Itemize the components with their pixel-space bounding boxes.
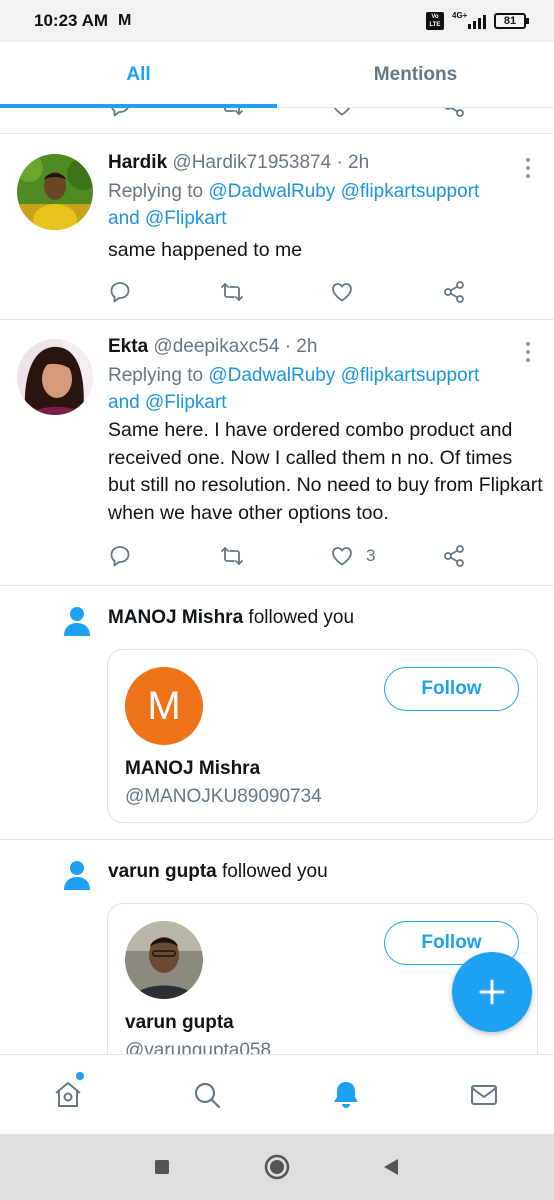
notifications-icon[interactable] [326,1075,366,1115]
compose-button[interactable] [452,952,532,1032]
tab-all[interactable]: All [0,42,277,108]
search-icon[interactable] [187,1075,227,1115]
avatar[interactable] [17,339,93,415]
mention-link[interactable]: @Flipkart [145,208,227,229]
recents-square-icon[interactable] [149,1154,175,1180]
volte-icon: Vo LTE [426,12,444,30]
mention-link[interactable]: @flipkartsupport [341,181,480,202]
back-triangle-icon[interactable] [378,1154,404,1180]
like-icon[interactable] [330,280,354,304]
signal-icon: 4G+ [452,11,486,29]
avatar[interactable]: M [125,667,203,745]
followed-you-text: followed you [243,607,355,628]
home-circle-icon[interactable] [264,1154,290,1180]
retweet-icon[interactable] [220,108,244,118]
person-icon [64,860,90,890]
follow-notification[interactable]: MANOJ Mishra followed you M Follow MANOJ… [0,586,554,840]
tweet-text: same happened to me [108,239,303,261]
user-card-handle: @MANOJKU89090734 [125,786,322,807]
share-icon[interactable] [442,280,466,304]
user-card-name: varun gupta [125,1012,234,1033]
follower-name[interactable]: varun gupta [108,861,217,882]
followed-you-text: followed you [216,861,328,882]
avatar[interactable] [17,154,93,230]
tweet-text: Same here. I have ordered combo product … [108,419,543,524]
follow-button[interactable]: Follow [384,667,519,711]
mention-link[interactable]: @DadwalRuby [208,181,335,202]
status-bar: 10:23 AM M Vo LTE 4G+ 81 [0,0,554,42]
tweet-author-name[interactable]: Ekta [108,336,148,357]
share-icon[interactable] [442,108,466,118]
compose-plus-icon [479,979,505,1005]
notifications-feed[interactable]: Hardik @Hardik71953874 · 2h Replying to … [0,108,554,1054]
more-options-icon[interactable] [526,342,532,362]
user-card[interactable]: M Follow MANOJ Mishra @MANOJKU89090734 [107,649,538,823]
like-icon[interactable] [330,108,354,118]
like-count: 3 [366,546,376,565]
retweet-icon[interactable] [220,544,244,568]
tab-mentions[interactable]: Mentions [277,42,554,108]
tweet-author-name[interactable]: Hardik [108,152,167,173]
tweet-time: · 2h [284,336,318,357]
carrier-icon: M [118,12,132,29]
user-card-name: MANOJ Mishra [125,758,261,779]
like-icon [332,547,352,566]
notifications-tabs: All Mentions [0,42,554,108]
status-time: 10:23 AM [34,11,109,30]
tweet-item[interactable]: Ekta @deepikaxc54 · 2h Replying to @Dadw… [0,320,554,586]
replying-to-label: Replying to [108,181,209,202]
tweet-header: Hardik @Hardik71953874 · 2h [108,152,369,174]
mention-link[interactable]: @DadwalRuby [208,365,335,386]
tweet-item[interactable]: Hardik @Hardik71953874 · 2h Replying to … [0,136,554,320]
unread-dot [76,1072,84,1080]
active-tab-indicator [0,104,277,108]
messages-icon[interactable] [464,1075,504,1115]
replying-and: and [108,208,145,229]
reply-icon[interactable] [108,280,132,304]
replying-and: and [108,392,145,413]
tweet-header: Ekta @deepikaxc54 · 2h [108,336,317,358]
more-options-icon[interactable] [526,158,532,178]
user-card-handle: @varungupta058 [125,1040,272,1054]
like-button[interactable]: 3 [330,544,375,568]
replying-to: Replying to @DadwalRuby @flipkartsupport… [108,362,538,416]
tweet-author-handle: @deepikaxc54 [153,336,280,357]
previous-tweet-actions [0,108,554,134]
bottom-navigation [0,1054,554,1134]
reply-icon[interactable] [108,108,132,118]
retweet-icon[interactable] [220,280,244,304]
mention-link[interactable]: @Flipkart [145,392,227,413]
network-type: 4G+ [452,11,468,20]
status-indicators: Vo LTE 4G+ 81 [426,11,529,30]
reply-icon[interactable] [108,544,132,568]
replying-to: Replying to @DadwalRuby @flipkartsupport… [108,178,538,232]
mention-link[interactable]: @flipkartsupport [341,365,480,386]
tweet-time: · 2h [336,152,370,173]
share-icon[interactable] [442,544,466,568]
person-icon [64,606,90,636]
battery-icon: 81 [494,13,529,29]
follower-name[interactable]: MANOJ Mishra [108,607,243,628]
replying-to-label: Replying to [108,365,209,386]
follow-message: varun gupta followed you [108,861,328,883]
system-navigation-bar [0,1134,554,1200]
home-icon[interactable] [48,1075,88,1115]
tweet-author-handle: @Hardik71953874 [172,152,332,173]
follow-message: MANOJ Mishra followed you [108,607,354,629]
avatar[interactable] [125,921,203,999]
